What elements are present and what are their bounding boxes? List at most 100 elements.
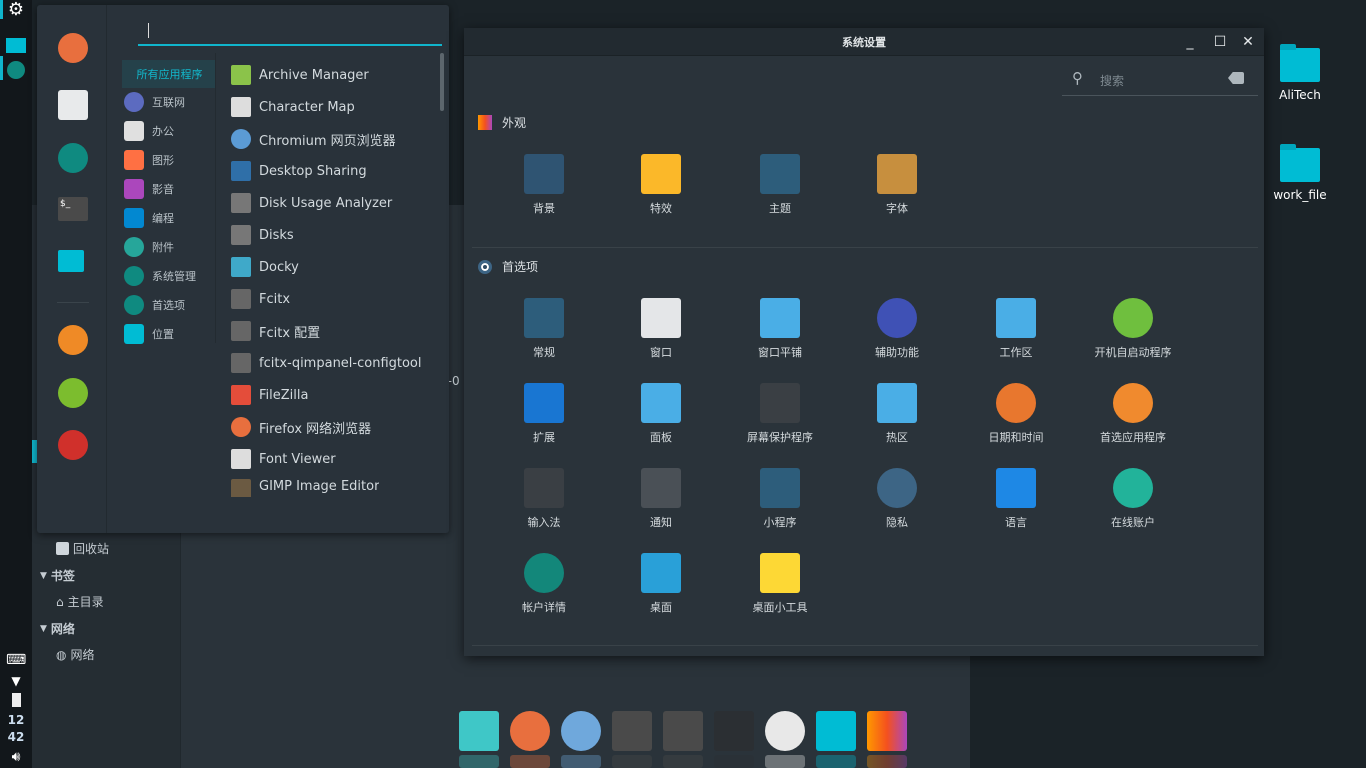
sidebar-item-home[interactable]: ⌂ 主目录 (56, 593, 104, 610)
terminal-icon[interactable]: $_ (58, 197, 88, 221)
clock-minute[interactable]: 42 (0, 730, 32, 744)
category-item[interactable]: 影音 (122, 178, 215, 200)
app-item[interactable]: Archive Manager (231, 63, 369, 87)
category-item[interactable]: 图形 (122, 149, 215, 171)
settings-item[interactable]: 语言 (957, 468, 1075, 530)
gear-icon[interactable]: ⚙ (6, 1, 26, 19)
settings-item[interactable]: 帐户详情 (485, 553, 603, 615)
app-item[interactable]: Disk Usage Analyzer (231, 191, 392, 215)
system-settings-icon[interactable] (58, 143, 88, 173)
app-item[interactable]: Disks (231, 223, 294, 247)
app-icon (231, 353, 251, 373)
settings-item[interactable]: 输入法 (485, 468, 603, 530)
dock-palette-icon[interactable] (867, 711, 907, 751)
scrollbar[interactable] (440, 53, 444, 111)
maximize-button[interactable]: ☐ (1210, 32, 1230, 52)
app-item[interactable]: Fcitx (231, 287, 290, 311)
app-item[interactable]: GIMP Image Editor (231, 479, 379, 497)
lock-icon[interactable] (58, 325, 88, 355)
settings-item-icon (760, 383, 800, 423)
files-icon[interactable] (58, 250, 84, 272)
dock-files-icon[interactable] (816, 711, 856, 751)
wifi-icon[interactable]: ▼ (6, 672, 26, 690)
settings-item[interactable]: 窗口平铺 (721, 298, 839, 360)
dock-docky-icon[interactable] (459, 711, 499, 751)
settings-item[interactable]: 常规 (485, 298, 603, 360)
minimize-button[interactable]: _ (1180, 32, 1200, 52)
shutdown-icon[interactable] (58, 430, 88, 460)
settings-item[interactable]: 日期和时间 (957, 383, 1075, 445)
desktop-icon-work-file[interactable]: work_file (1260, 144, 1340, 202)
app-item[interactable]: Font Viewer (231, 447, 336, 471)
keyboard-icon[interactable]: ⌨ (6, 651, 26, 669)
sidebar-header-bookmarks[interactable]: ▼ 书签 (40, 567, 75, 584)
settings-item-icon (641, 154, 681, 194)
app-item[interactable]: Fcitx 配置 (231, 319, 320, 343)
app-item[interactable]: Chromium 网页浏览器 (231, 127, 396, 151)
clock-hour[interactable]: 12 (0, 713, 32, 727)
firefox-icon[interactable] (58, 33, 88, 63)
dock-terminal-icon[interactable] (612, 711, 652, 751)
dock-vscode-icon[interactable] (714, 711, 754, 751)
clear-icon[interactable] (1228, 72, 1244, 84)
settings-item[interactable]: 桌面 (602, 553, 720, 615)
dock-firefox-icon[interactable] (510, 711, 550, 751)
app-icon (231, 257, 251, 277)
software-center-icon[interactable] (58, 90, 88, 120)
battery-icon[interactable] (6, 691, 26, 709)
app-item[interactable]: Desktop Sharing (231, 159, 367, 183)
app-item[interactable]: Docky (231, 255, 299, 279)
settings-item[interactable]: 背景 (485, 154, 603, 216)
category-item[interactable]: 位置 (122, 323, 215, 345)
dock-vmware-icon[interactable] (765, 711, 805, 751)
volume-icon[interactable]: 🔊︎ (6, 748, 26, 766)
settings-item[interactable]: 热区 (838, 383, 956, 445)
close-button[interactable]: ✕ (1238, 32, 1258, 52)
dock-sublime-text-icon[interactable] (663, 711, 703, 751)
menu-search-input[interactable] (138, 19, 442, 46)
settings-item[interactable]: 屏幕保护程序 (721, 383, 839, 445)
settings-item[interactable]: 窗口 (602, 298, 720, 360)
app-item[interactable]: Firefox 网络浏览器 (231, 415, 371, 439)
sidebar-item-network[interactable]: ◍ 网络 (56, 646, 95, 663)
settings-item[interactable]: 面板 (602, 383, 720, 445)
sidebar-header-network[interactable]: ▼ 网络 (40, 620, 75, 637)
settings-item[interactable]: 工作区 (957, 298, 1075, 360)
system-settings-icon[interactable] (6, 61, 26, 79)
category-item[interactable]: 所有应用程序 (122, 60, 215, 88)
category-item[interactable]: 系统管理 (122, 265, 215, 287)
settings-item[interactable]: 通知 (602, 468, 720, 530)
settings-item[interactable]: 字体 (838, 154, 956, 216)
sidebar-item-trash[interactable]: 回收站 (56, 540, 109, 557)
settings-item[interactable]: 扩展 (485, 383, 603, 445)
category-item[interactable]: 首选项 (122, 294, 215, 316)
settings-item[interactable]: 在线账户 (1074, 468, 1192, 530)
app-icon (231, 385, 251, 405)
category-item[interactable]: 编程 (122, 207, 215, 229)
settings-item[interactable]: 主题 (721, 154, 839, 216)
settings-item[interactable]: 特效 (602, 154, 720, 216)
dock-chromium-icon[interactable] (561, 711, 601, 751)
category-item[interactable]: 办公 (122, 120, 215, 142)
app-icon (231, 289, 251, 309)
app-item[interactable]: Character Map (231, 95, 355, 119)
settings-search-input[interactable]: ⚲ 搜索 (1062, 63, 1258, 96)
category-item[interactable]: 附件 (122, 236, 215, 258)
category-item[interactable]: 互联网 (122, 91, 215, 113)
settings-item[interactable]: 辅助功能 (838, 298, 956, 360)
app-item[interactable]: FileZilla (231, 383, 308, 407)
settings-item[interactable]: 桌面小工具 (721, 553, 839, 615)
app-icon (231, 97, 251, 117)
app-item[interactable]: fcitx-qimpanel-configtool (231, 351, 422, 375)
folder-icon[interactable] (6, 36, 26, 54)
settings-item[interactable]: 小程序 (721, 468, 839, 530)
title-bar[interactable]: 系统设置 _ ☐ ✕ (464, 28, 1264, 56)
category-icon (124, 266, 144, 286)
settings-item[interactable]: 开机自启动程序 (1074, 298, 1192, 360)
logout-icon[interactable] (58, 378, 88, 408)
app-icon (231, 479, 251, 497)
category-icon (124, 208, 144, 228)
desktop-icon-alitech[interactable]: AliTech (1260, 44, 1340, 102)
settings-item[interactable]: 首选应用程序 (1074, 383, 1192, 445)
settings-item[interactable]: 隐私 (838, 468, 956, 530)
